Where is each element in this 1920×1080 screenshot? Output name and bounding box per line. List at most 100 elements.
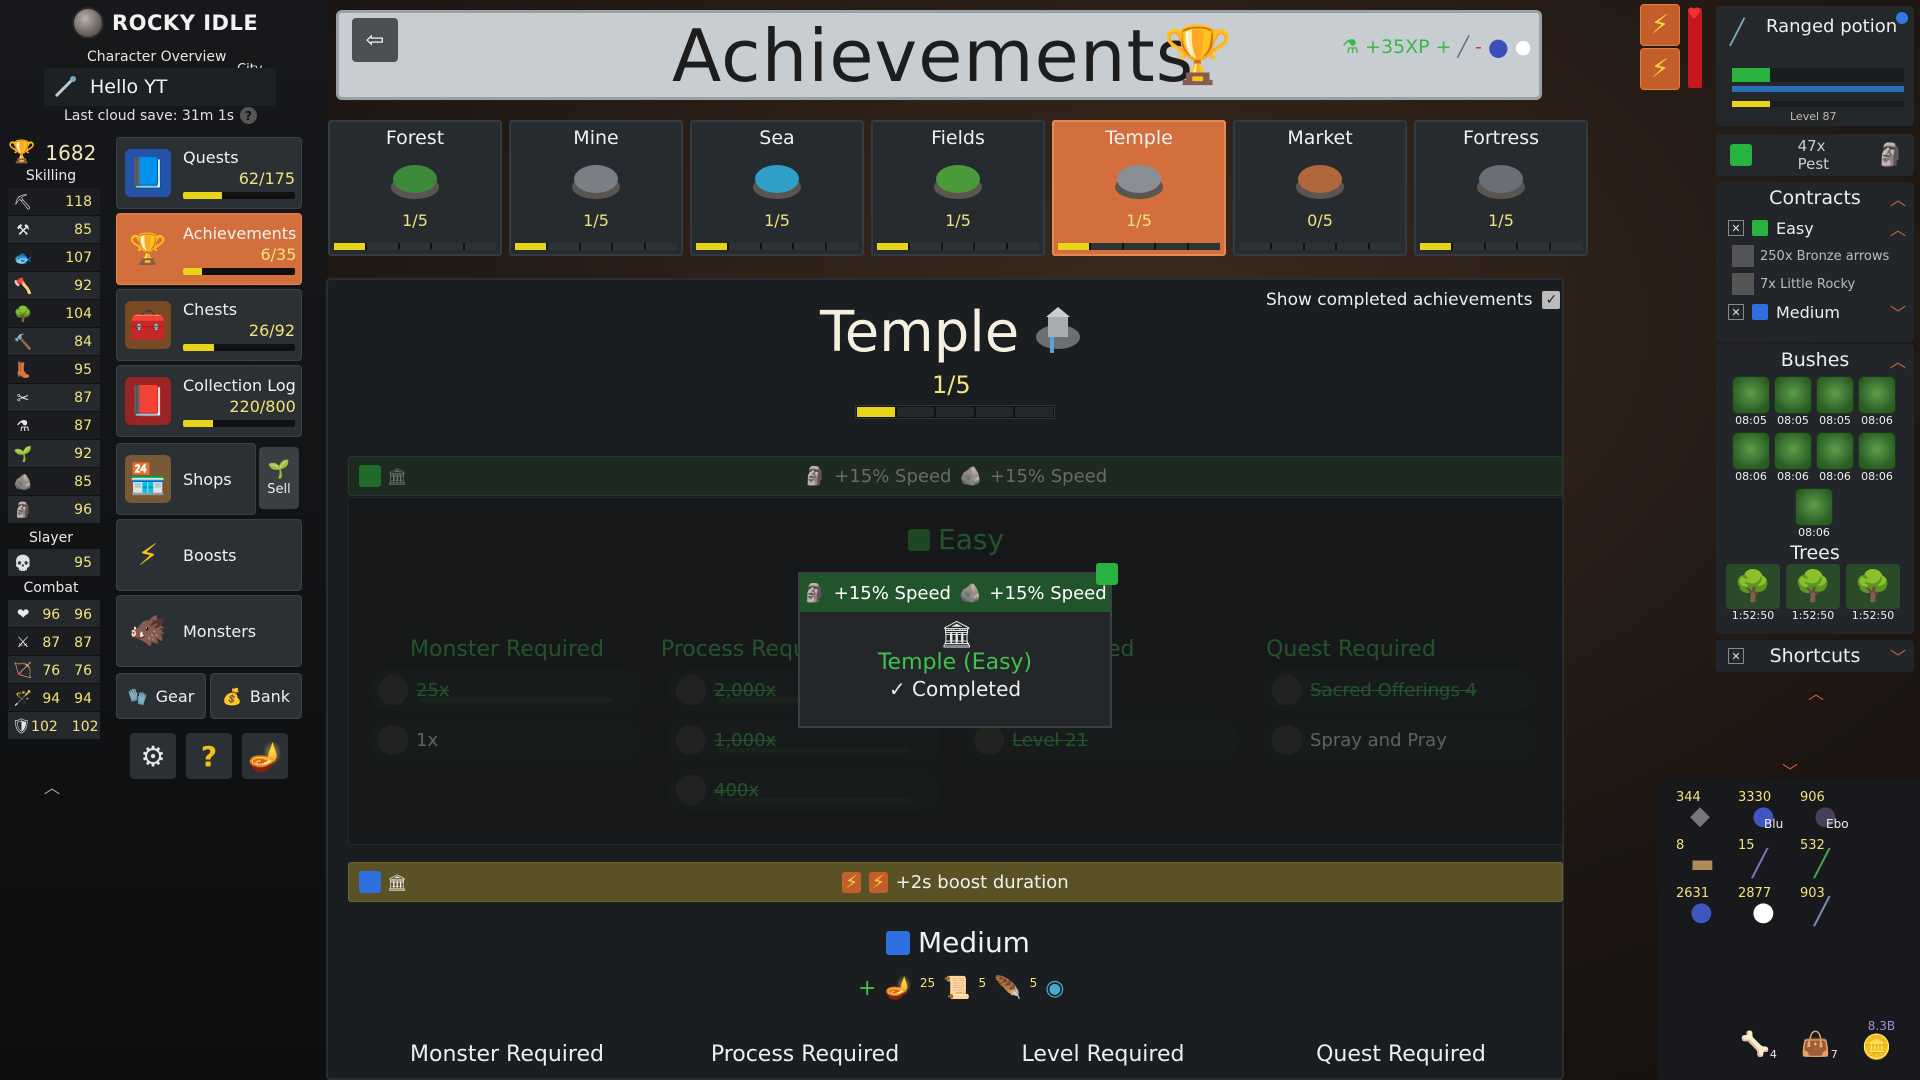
- quest-req-item[interactable]: Sacred Offerings 4: [1264, 669, 1536, 711]
- combat-row[interactable]: 🏹 76 76: [8, 656, 100, 684]
- combat-row[interactable]: 🛡 102 102: [8, 712, 100, 740]
- show-completed-checkbox[interactable]: ✓: [1542, 291, 1561, 309]
- bushes-header[interactable]: Bushes ︿: [1716, 344, 1914, 376]
- tab-fortress[interactable]: Fortress 1/5: [1414, 120, 1588, 256]
- monster-req-item[interactable]: 25x: [370, 669, 642, 711]
- skill-row[interactable]: 🪓 92: [8, 272, 100, 300]
- combat-row[interactable]: ❤ 96 96: [8, 600, 100, 628]
- tree-plot[interactable]: 🌳 1:52:50: [1786, 564, 1840, 622]
- inventory-item[interactable]: 2877 ●: [1738, 886, 1798, 932]
- bush-plot[interactable]: 08:05: [1816, 376, 1854, 428]
- skill-row[interactable]: 🌱 92: [8, 440, 100, 468]
- easy-label: Easy: [908, 523, 1004, 556]
- contracts-header[interactable]: Contracts ︿: [1716, 182, 1914, 214]
- nav-monsters[interactable]: 🐗 Monsters: [116, 595, 302, 667]
- skill-row[interactable]: 🪨 85: [8, 468, 100, 496]
- close-icon[interactable]: ✕: [1728, 304, 1744, 320]
- feather-icon: 🪶: [994, 976, 1022, 1001]
- inventory-item[interactable]: 8 ▬: [1676, 838, 1736, 884]
- rocky-icon: [1732, 273, 1754, 295]
- skill-row[interactable]: ⚒ 85: [8, 216, 100, 244]
- tree-plot[interactable]: 🌳 1:52:50: [1846, 564, 1900, 622]
- nav-achievements[interactable]: 🏆 Achievements 6/35: [116, 213, 302, 285]
- contract-medium[interactable]: ✕ Medium ﹀: [1716, 298, 1914, 326]
- back-button[interactable]: ⇦: [352, 18, 398, 62]
- close-icon[interactable]: ✕: [1728, 220, 1744, 236]
- chevron-down-icon[interactable]: ﹀: [1890, 644, 1906, 668]
- bush-plot[interactable]: 08:06: [1732, 432, 1770, 484]
- bush-plot[interactable]: 08:06: [1774, 432, 1812, 484]
- help-button[interactable]: ?: [186, 733, 232, 779]
- user-box[interactable]: Hello YT: [44, 68, 276, 106]
- chevron-up-icon[interactable]: ︿: [1890, 216, 1906, 240]
- bag-icon[interactable]: 👜7: [1801, 1030, 1838, 1061]
- nav-chests[interactable]: 🧰 Chests 26/92: [116, 289, 302, 361]
- chevron-up-icon[interactable]: ︿: [1890, 348, 1906, 372]
- tree-plot[interactable]: 🌳 1:52:50: [1726, 564, 1780, 622]
- skill-row[interactable]: ⛏ 118: [8, 188, 100, 216]
- skill-row[interactable]: 👢 95: [8, 356, 100, 384]
- shortcuts-header[interactable]: ✕ Shortcuts ﹀: [1716, 640, 1914, 672]
- inventory-item[interactable]: 906 ● Ebo: [1800, 790, 1860, 836]
- bush-plot[interactable]: 08:06: [1816, 432, 1854, 484]
- bone-icon[interactable]: 🦴4: [1740, 1030, 1777, 1061]
- tab-mine[interactable]: Mine 1/5: [509, 120, 683, 256]
- nav-boosts[interactable]: ⚡ Boosts: [116, 519, 302, 591]
- chevron-down-icon[interactable]: ﹀: [1890, 300, 1906, 324]
- close-icon[interactable]: ✕: [1728, 648, 1744, 664]
- skill-row[interactable]: 🗿 96: [8, 496, 100, 524]
- tier-medium-header[interactable]: 🏛 ⚡ ⚡ +2s boost duration: [348, 862, 1563, 902]
- skill-row[interactable]: 🌳 104: [8, 300, 100, 328]
- nav-shops[interactable]: 🏪 Shops: [116, 443, 256, 515]
- quest-req-item[interactable]: Spray and Pray: [1264, 719, 1536, 761]
- nav-collection-log[interactable]: 📕 Collection Log 220/800: [116, 365, 302, 437]
- bush-plot[interactable]: 08:06: [1858, 432, 1896, 484]
- bush-plot[interactable]: 08:06: [1795, 488, 1833, 540]
- skill-row[interactable]: ✂ 87: [8, 384, 100, 412]
- inventory-item[interactable]: 903 ╱: [1800, 886, 1860, 932]
- sell-button[interactable]: 🌱 Sell: [259, 447, 299, 509]
- combat-row[interactable]: 🪄 94 94: [8, 684, 100, 712]
- inventory-item[interactable]: 15 ╱: [1738, 838, 1798, 884]
- contract-easy[interactable]: ✕ Easy ︿: [1716, 214, 1914, 242]
- scroll-down-icon[interactable]: ﹀: [1782, 758, 1798, 782]
- tier-easy-header[interactable]: 🏛 🗿 +15% Speed 🪨 +15% Speed: [348, 456, 1563, 496]
- ore-icon: 🪨: [959, 582, 982, 604]
- monster-req-item[interactable]: 1x: [370, 719, 642, 761]
- character-overview-label[interactable]: Character Overview: [87, 49, 226, 65]
- skill-row[interactable]: 🔨 84: [8, 328, 100, 356]
- tab-temple[interactable]: Temple 1/5: [1052, 120, 1226, 256]
- inventory-item[interactable]: 3330 ● Blu: [1738, 790, 1798, 836]
- process-req-item[interactable]: 400x: [668, 769, 940, 811]
- tab-forest[interactable]: Forest 1/5: [328, 120, 502, 256]
- skill-row[interactable]: 🐟 107: [8, 244, 100, 272]
- skill-row[interactable]: ⚗ 87: [8, 412, 100, 440]
- bush-plot[interactable]: 08:05: [1732, 376, 1770, 428]
- gear-button[interactable]: 🧤 Gear: [116, 673, 206, 719]
- pest-card[interactable]: 47x Pest 🗿: [1716, 134, 1914, 176]
- active-boost-button[interactable]: ⚡: [1640, 48, 1680, 90]
- help-icon[interactable]: ?: [240, 107, 258, 124]
- gold-icon[interactable]: 8.3B 🪙: [1862, 1019, 1895, 1061]
- chevron-up-icon[interactable]: ︿: [1890, 186, 1906, 210]
- bush-plot[interactable]: 08:05: [1774, 376, 1812, 428]
- combat-row[interactable]: ⚔ 87 87: [8, 628, 100, 656]
- tree-timer: 1:52:50: [1851, 609, 1895, 622]
- item-count: 8.3B: [1867, 1018, 1896, 1033]
- collapse-chevron-icon[interactable]: ︿: [44, 774, 60, 798]
- show-completed-toggle[interactable]: Show completed achievements ✓: [1266, 290, 1561, 310]
- bank-button[interactable]: 💰 Bank: [210, 673, 302, 719]
- inventory-item[interactable]: 532 ╱: [1800, 838, 1860, 884]
- scroll-up-icon[interactable]: ︿: [1808, 680, 1824, 704]
- inventory-item[interactable]: 344 ◆: [1676, 790, 1736, 836]
- tab-market[interactable]: Market 0/5: [1233, 120, 1407, 256]
- genie-lamp-button[interactable]: 🪔: [242, 733, 288, 779]
- inventory-item[interactable]: 2631 ●: [1676, 886, 1736, 932]
- nav-quests[interactable]: 📘 Quests 62/175: [116, 137, 302, 209]
- bush-plot[interactable]: 08:06: [1858, 376, 1896, 428]
- tab-sea[interactable]: Sea 1/5: [690, 120, 864, 256]
- tab-fields[interactable]: Fields 1/5: [871, 120, 1045, 256]
- skill-row-slayer[interactable]: 💀 95: [8, 549, 100, 577]
- active-boost-button[interactable]: ⚡: [1640, 4, 1680, 46]
- settings-button[interactable]: ⚙: [130, 733, 176, 779]
